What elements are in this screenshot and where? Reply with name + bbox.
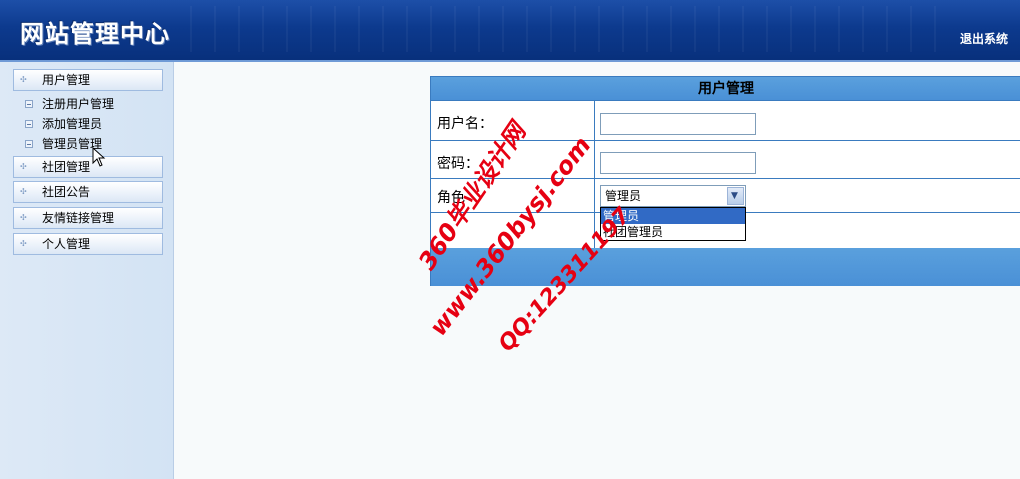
- header: 网站管理中心 退出系统: [0, 0, 1020, 62]
- sidebar-menu-user[interactable]: ✣ 用户管理: [13, 69, 163, 91]
- sidebar-menu-label: 个人管理: [42, 237, 91, 251]
- site-logo: 网站管理中心: [20, 20, 170, 48]
- mouse-cursor-icon: [92, 147, 106, 167]
- password-input[interactable]: [600, 152, 756, 174]
- bullet-icon: ✣: [20, 187, 27, 196]
- sidebar-menu-club-notice[interactable]: ✣ 社团公告: [13, 181, 163, 203]
- role-label: 角色: [437, 190, 465, 206]
- username-input[interactable]: [600, 113, 756, 135]
- sidebar-menu-label: 用户管理: [42, 73, 91, 87]
- role-select-value: 管理员: [605, 189, 642, 203]
- sidebar-menu-label: 友情链接管理: [42, 211, 115, 225]
- column-divider: [594, 101, 595, 140]
- column-divider: [594, 179, 595, 212]
- chevron-down-icon: ▼: [731, 191, 738, 201]
- collapse-icon: [25, 100, 33, 108]
- sidebar-item-add-admin[interactable]: 添加管理员: [24, 115, 102, 133]
- sidebar-menu-label: 社团公告: [42, 185, 91, 199]
- sidebar-menu-label: 社团管理: [42, 160, 91, 174]
- sidebar-item-admin-manage[interactable]: 管理员管理: [24, 135, 102, 153]
- dropdown-toggle[interactable]: ▼: [727, 187, 744, 205]
- sidebar-item-label: 注册用户管理: [42, 97, 115, 111]
- role-option-admin[interactable]: 管理员: [601, 208, 745, 224]
- logout-link[interactable]: 退出系统: [960, 30, 1008, 47]
- collapse-icon: [25, 120, 33, 128]
- column-divider: [594, 141, 595, 178]
- role-dropdown-list: 管理员 社团管理员: [600, 207, 746, 241]
- sidebar-menu-friend-links[interactable]: ✣ 友情链接管理: [13, 207, 163, 229]
- sidebar-item-registered-users[interactable]: 注册用户管理: [24, 95, 114, 113]
- form-title: 用户管理: [431, 77, 1020, 101]
- sidebar-menu-club[interactable]: ✣ 社团管理: [13, 156, 163, 178]
- bullet-icon: ✣: [20, 162, 27, 171]
- bullet-icon: ✣: [20, 239, 27, 248]
- sidebar-menu-personal[interactable]: ✣ 个人管理: [13, 233, 163, 255]
- sidebar-item-label: 添加管理员: [42, 117, 103, 131]
- password-label: 密码：: [437, 156, 479, 172]
- collapse-icon: [25, 140, 33, 148]
- user-form-table: 用户管理 用户名： 密码： 角色: [430, 76, 1020, 286]
- form-footer: [431, 248, 1020, 286]
- role-select[interactable]: 管理员 ▼: [600, 185, 746, 207]
- bullet-icon: ✣: [20, 213, 27, 222]
- username-label: 用户名：: [437, 116, 493, 132]
- bullet-icon: ✣: [20, 75, 27, 84]
- role-option-club-admin[interactable]: 社团管理员: [601, 224, 745, 240]
- column-divider: [594, 213, 595, 248]
